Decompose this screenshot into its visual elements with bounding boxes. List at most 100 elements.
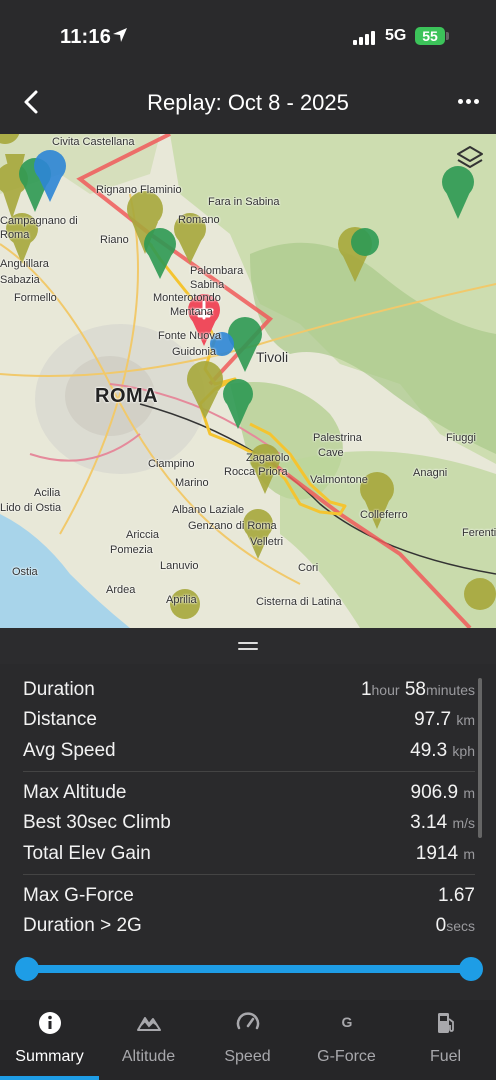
climb-value: 3.14 [410,812,448,833]
stat-value: 3.14 m/s [410,812,475,834]
stat-value: 1914 m [416,843,475,865]
map-label: Romano [178,214,220,226]
divider [23,771,475,772]
map-label: Genzano di Roma [188,520,277,532]
slider-track[interactable] [26,965,470,973]
more-options-icon[interactable] [458,97,482,107]
stat-label: Max G-Force [23,885,134,906]
map-label: Palestrina [313,432,362,444]
duration-2g-value: 0 [435,915,447,932]
distance-unit: km [456,712,475,728]
duration-minutes: 58 [404,679,426,700]
map-label: Cisterna di Latina [256,596,342,608]
tab-speed[interactable]: Speed [198,1000,297,1080]
map-label: Aprilia [166,594,197,606]
slider-end-handle[interactable] [459,957,483,981]
network-type: 5G [385,27,407,44]
tab-altitude[interactable]: Altitude [99,1000,198,1080]
status-time: 11:16 [60,26,112,48]
stat-value: 906.9 m [411,782,476,804]
battery-icon: 55 [415,27,445,45]
duration-hours: 1 [360,679,372,700]
status-bar: 11:16 5G 55 [0,0,496,70]
cellular-signal-icon [353,31,377,45]
stat-row-avg-speed: Avg Speed 49.3 kph [23,740,475,770]
map-label: Colleferro [360,509,408,521]
active-tab-indicator [0,1076,99,1080]
stat-label: Distance [23,709,97,730]
stats-scrollbar[interactable] [478,678,482,838]
map-label: Velletri [250,536,284,548]
stat-row-elev-gain: Total Elev Gain 1914 m [23,843,475,873]
speedometer-icon [236,1012,260,1030]
sheet-drag-area[interactable] [0,628,496,664]
stat-value: 0secs [436,915,475,932]
summary-stats[interactable]: Duration 1hour 58minutes Distance 97.7 k… [0,664,496,932]
distance-value: 97.7 [414,709,452,730]
map-label: Fara in Sabina [208,196,280,208]
stat-row-duration: Duration 1hour 58minutes [23,679,475,709]
map-label: Fonte Nuova [158,330,221,342]
nav-bar: Replay: Oct 8 - 2025 [0,70,496,134]
map-pins [0,134,496,619]
map-label: Albano Laziale [172,504,245,516]
tab-bar: Summary Altitude Speed G G-Force Fuel [0,1000,496,1080]
replay-range-slider[interactable] [0,948,496,992]
tab-label: Fuel [429,1048,462,1065]
tab-label: G-Force [317,1048,376,1065]
fuel-pump-icon [438,1013,454,1033]
map-label: Palombara Sabina [190,265,244,291]
gforce-icon: G [341,1014,353,1030]
map-label: Lido di Ostia [0,502,62,514]
info-icon [39,1012,61,1034]
stat-value: 49.3 kph [410,740,475,762]
climb-unit: m/s [452,815,475,831]
location-arrow-icon [113,28,127,42]
map-layers-icon[interactable] [455,144,485,174]
battery-level: 55 [422,28,438,44]
stat-label: Avg Speed [23,740,116,761]
max-altitude-value: 906.9 [410,782,459,803]
page-title: Replay: Oct 8 - 2025 [147,90,349,115]
duration-hours-unit: hour [371,682,400,698]
tab-label: Speed [224,1048,271,1065]
map-label: Ciampino [148,458,195,470]
stat-row-duration-2g: Duration > 2G 0secs [23,915,475,932]
stat-row-best-climb: Best 30sec Climb 3.14 m/s [23,812,475,842]
map-label: Cori [298,562,319,574]
map-label: Campagnano di Roma [0,215,78,241]
map-label: Cave [318,447,344,459]
stat-label: Duration > 2G [23,915,142,932]
stat-label: Max Altitude [23,782,127,803]
map-label: Pomezia [110,544,153,556]
tab-fuel[interactable]: Fuel [396,1000,495,1080]
slider-start-handle[interactable] [15,957,39,981]
max-altitude-unit: m [463,785,475,801]
map-label: Guidonia [172,346,217,358]
map-label: Anguillara Sabazia [0,258,49,286]
map-label: Zagarolo [246,452,290,464]
stat-row-distance: Distance 97.7 km [23,709,475,739]
stat-label: Duration [23,679,95,700]
stat-row-max-altitude: Max Altitude 906.9 m [23,782,475,812]
stat-label: Best 30sec Climb [23,812,171,833]
tab-summary[interactable]: Summary [0,1000,99,1080]
map-label: Marino [175,477,209,489]
stat-value: 1.67 [438,885,475,906]
avg-speed-value: 49.3 [410,740,448,761]
map-label: Tivoli [256,349,289,365]
altitude-icon [137,1017,161,1031]
elev-gain-unit: m [463,846,475,862]
map-view[interactable]: Civita Castellana Rignano Flaminio Fara … [0,134,496,628]
map-label: Riano [100,234,129,246]
drag-handle-icon[interactable] [238,642,258,650]
map-label: Lanuvio [160,560,199,572]
map-label: Ariccia [126,529,160,541]
tab-gforce[interactable]: G G-Force [297,1000,396,1080]
stat-value: 97.7 km [414,709,475,731]
map-label: Valmontone [310,474,368,486]
stat-label: Total Elev Gain [23,843,151,864]
map-label: Acilia [34,487,61,499]
duration-2g-unit: secs [446,918,475,932]
map-label: Rocca Priora [224,466,288,478]
